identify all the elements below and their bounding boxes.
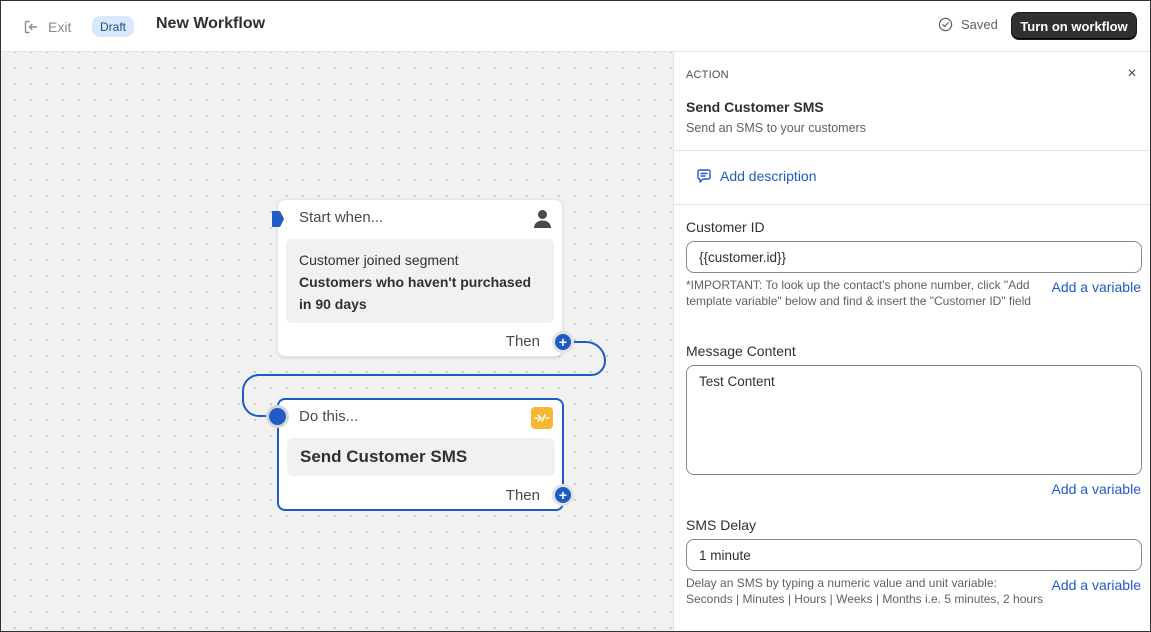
exit-label: Exit [48, 19, 72, 35]
add-description-button[interactable]: Add description [696, 168, 817, 184]
saved-label: Saved [961, 17, 998, 32]
check-circle-icon [938, 17, 953, 32]
panel-kicker: ACTION [686, 69, 729, 81]
app-window: Exit Draft New Workflow Saved Turn on wo… [0, 0, 1151, 632]
add-description-label: Add description [720, 168, 817, 184]
panel-subtitle: Send an SMS to your customers [686, 121, 866, 135]
exit-button[interactable]: Exit [23, 16, 71, 38]
action-input-port [269, 408, 286, 425]
customer-id-input[interactable] [686, 241, 1142, 273]
trigger-details: Customer joined segment Customers who ha… [286, 239, 554, 323]
sms-delay-help: Delay an SMS by typing a numeric value a… [686, 576, 1044, 606]
divider [674, 204, 1150, 205]
add-step-after-action-button[interactable]: + [555, 487, 571, 503]
sms-delay-label: SMS Delay [686, 517, 757, 533]
sms-delay-add-variable-link[interactable]: Add a variable [1051, 577, 1141, 593]
turn-on-workflow-button[interactable]: Turn on workflow [1011, 12, 1137, 40]
action-node[interactable]: Do this... Send Customer SMS Then [277, 398, 564, 511]
action-details: Send Customer SMS [287, 438, 555, 476]
customer-id-label: Customer ID [686, 219, 765, 235]
top-bar: Exit Draft New Workflow Saved Turn on wo… [1, 1, 1150, 52]
start-flag-icon [272, 211, 284, 227]
action-heading: Do this... [299, 408, 359, 425]
trigger-segment: Customers who haven't purchased in 90 da… [299, 274, 532, 312]
message-add-variable-link[interactable]: Add a variable [1051, 481, 1141, 497]
message-content-label: Message Content [686, 343, 796, 359]
customer-id-help: *IMPORTANT: To look up the contact’s pho… [686, 278, 1031, 308]
action-settings-panel: ACTION × Send Customer SMS Send an SMS t… [673, 52, 1150, 631]
page-title: New Workflow [156, 15, 266, 32]
sms-delay-input[interactable] [686, 539, 1142, 571]
customer-id-add-variable-link[interactable]: Add a variable [1051, 279, 1141, 295]
app-badge-icon [531, 407, 553, 429]
action-then-label: Then [505, 487, 540, 504]
action-name: Send Customer SMS [300, 447, 468, 466]
saved-status: Saved [938, 17, 998, 32]
close-icon: × [1127, 65, 1137, 82]
close-panel-button[interactable]: × [1124, 65, 1140, 82]
status-badge: Draft [92, 16, 135, 37]
message-content-textarea[interactable]: Test Content [686, 365, 1142, 475]
exit-icon [24, 20, 38, 34]
trigger-node[interactable]: Start when... Customer joined segment Cu… [272, 199, 563, 357]
trigger-heading: Start when... [299, 209, 384, 226]
trigger-event: Customer joined segment [299, 252, 459, 268]
person-icon [534, 210, 551, 228]
add-step-after-trigger-button[interactable]: + [555, 334, 571, 350]
panel-title: Send Customer SMS [686, 99, 824, 115]
divider [674, 150, 1150, 151]
trigger-then-label: Then [505, 333, 540, 350]
comment-icon [697, 169, 711, 183]
